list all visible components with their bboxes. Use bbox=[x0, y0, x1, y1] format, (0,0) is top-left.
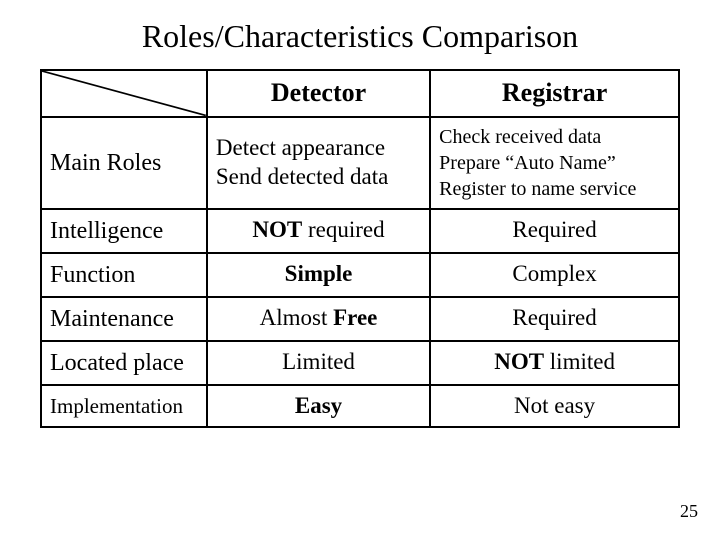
cell: NOT limited bbox=[430, 341, 679, 385]
text: required bbox=[302, 217, 384, 242]
text: Prepare “Auto Name” bbox=[439, 152, 616, 174]
text: Register to name service bbox=[439, 178, 636, 200]
diagonal-line-icon bbox=[42, 71, 206, 116]
page-number: 25 bbox=[680, 501, 698, 522]
text: NOT bbox=[494, 349, 544, 374]
cell-mainroles-registrar: Check received data Prepare “Auto Name” … bbox=[430, 117, 679, 209]
row-label: Implementation bbox=[41, 385, 207, 428]
row-label: Main Roles bbox=[41, 117, 207, 209]
row-location: Located place Limited NOT limited bbox=[41, 341, 679, 385]
text: Almost bbox=[260, 305, 333, 330]
row-label: Located place bbox=[41, 341, 207, 385]
row-function: Function Simple Complex bbox=[41, 253, 679, 297]
cell: Required bbox=[430, 209, 679, 253]
cell: Limited bbox=[207, 341, 430, 385]
col-detector: Detector bbox=[207, 70, 430, 117]
row-intelligence: Intelligence NOT required Required bbox=[41, 209, 679, 253]
row-implementation: Implementation Easy Not easy bbox=[41, 385, 679, 428]
cell: Complex bbox=[430, 253, 679, 297]
text: Detect appearance bbox=[216, 135, 385, 160]
corner-cell bbox=[41, 70, 207, 117]
col-registrar: Registrar bbox=[430, 70, 679, 117]
cell: Almost Free bbox=[207, 297, 430, 341]
slide-title: Roles/Characteristics Comparison bbox=[40, 18, 680, 55]
row-maintenance: Maintenance Almost Free Required bbox=[41, 297, 679, 341]
table-header-row: Detector Registrar bbox=[41, 70, 679, 117]
row-label: Maintenance bbox=[41, 297, 207, 341]
row-label: Function bbox=[41, 253, 207, 297]
cell-mainroles-detector: Detect appearance Send detected data bbox=[207, 117, 430, 209]
cell: NOT required bbox=[207, 209, 430, 253]
cell: Not easy bbox=[430, 385, 679, 428]
comparison-table: Detector Registrar Main Roles Detect app… bbox=[40, 69, 680, 428]
cell: Required bbox=[430, 297, 679, 341]
row-main-roles: Main Roles Detect appearance Send detect… bbox=[41, 117, 679, 209]
cell: Easy bbox=[207, 385, 430, 428]
text: Free bbox=[333, 305, 377, 330]
text: limited bbox=[544, 349, 615, 374]
row-label: Intelligence bbox=[41, 209, 207, 253]
text: Send detected data bbox=[216, 164, 388, 189]
text: NOT bbox=[252, 217, 302, 242]
cell: Simple bbox=[207, 253, 430, 297]
text: Check received data bbox=[439, 126, 601, 148]
